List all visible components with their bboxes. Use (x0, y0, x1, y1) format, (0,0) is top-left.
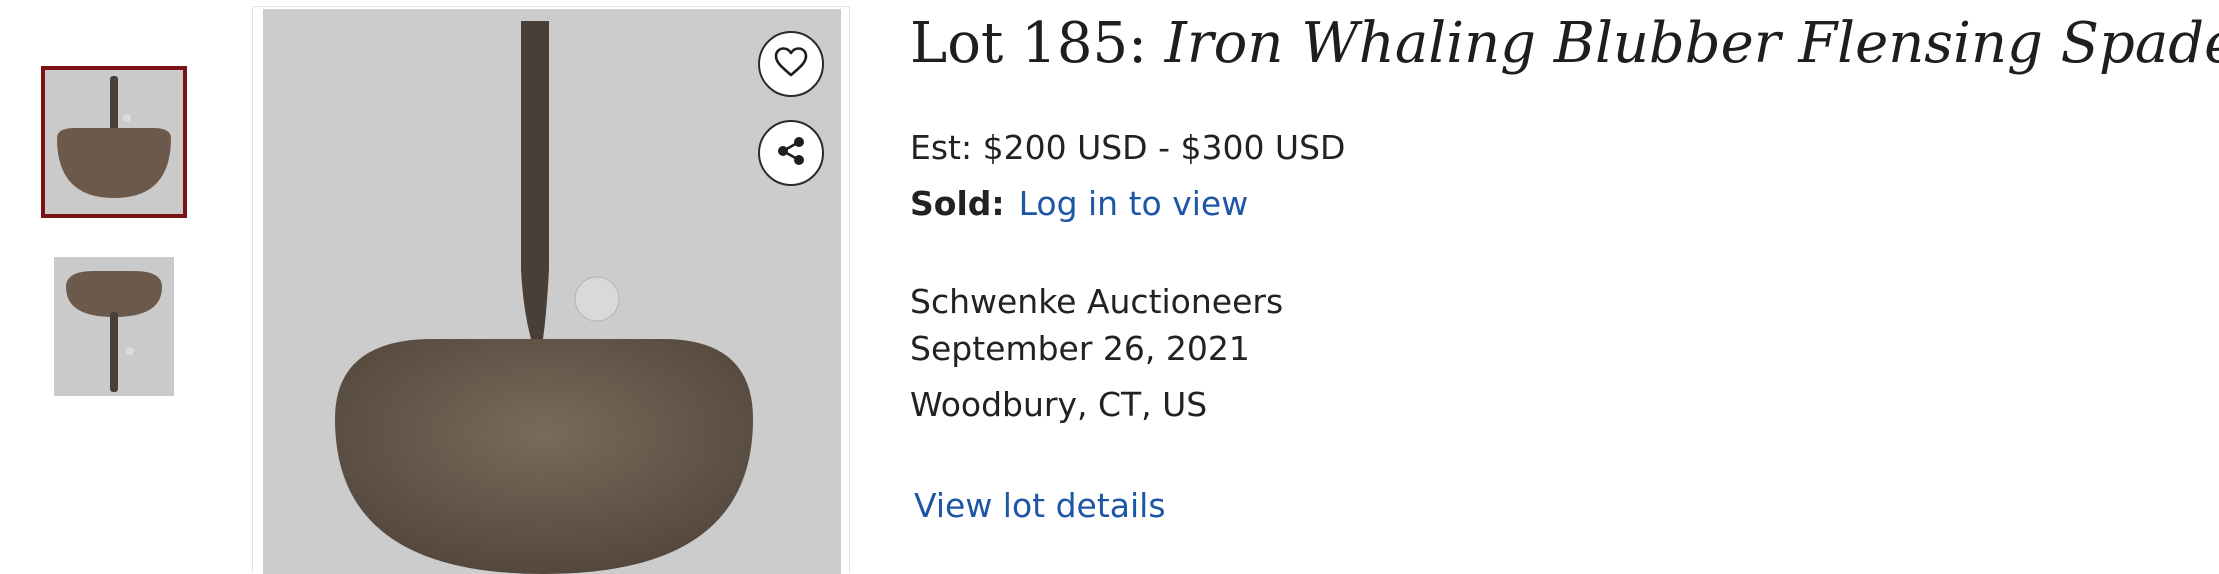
view-lot-details-link[interactable]: View lot details (914, 486, 1166, 525)
main-image-frame (252, 6, 850, 574)
details-row: View lot details (914, 484, 1166, 528)
estimate-text: Est: $200 USD - $300 USD (910, 128, 1346, 167)
lot-number: Lot 185: (910, 11, 1165, 76)
lot-title: Lot 185: Iron Whaling Blubber Flensing S… (910, 6, 2219, 82)
thumbnail-1[interactable] (41, 66, 187, 218)
sold-label: Sold: (910, 184, 1005, 223)
auction-location: Woodbury, CT, US (910, 385, 1208, 424)
login-to-view-link[interactable]: Log in to view (1019, 184, 1249, 223)
sold-row: Sold: Log in to view (910, 182, 1248, 226)
auction-house: Schwenke Auctioneers (910, 282, 1284, 321)
main-lot-image[interactable] (263, 9, 841, 574)
thumbnail-2[interactable] (54, 257, 174, 396)
auction-date: September 26, 2021 (910, 329, 1250, 368)
share-button[interactable] (758, 120, 824, 186)
share-icon (775, 135, 807, 171)
favorite-button[interactable] (758, 31, 824, 97)
heart-icon (773, 46, 809, 82)
lot-name: Iron Whaling Blubber Flensing Spade (1164, 11, 2219, 76)
